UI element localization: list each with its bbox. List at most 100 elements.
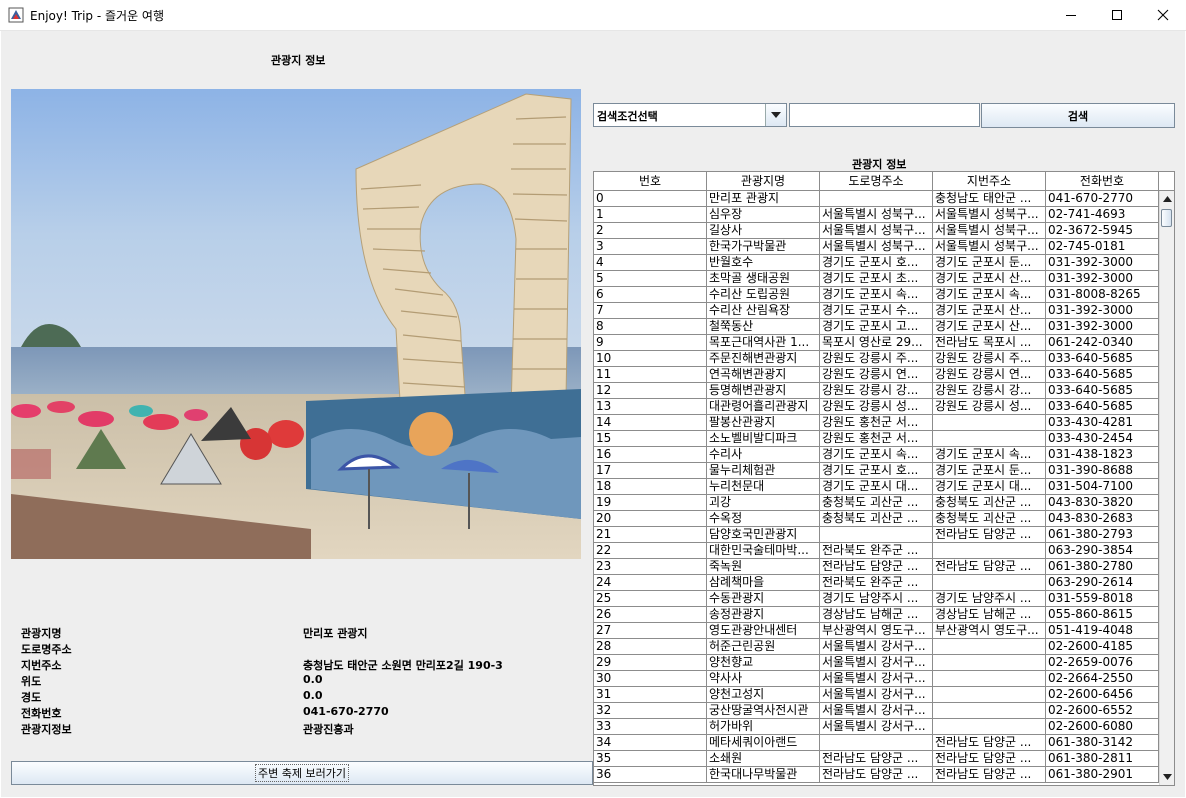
cell-number[interactable]: 18: [594, 479, 707, 495]
table-row[interactable]: 12 등명해변관광지 강원도 강릉시 강... 강원도 강릉시 강... 033-640…: [594, 383, 1159, 399]
cell-road-address[interactable]: 전라북도 완주군 ...: [820, 575, 933, 591]
cell-road-address[interactable]: 서울특별시 강서구...: [820, 671, 933, 687]
cell-road-address[interactable]: 경기도 군포시 초...: [820, 271, 933, 287]
cell-name[interactable]: 연곡해변관광지: [707, 367, 820, 383]
search-input[interactable]: [789, 103, 980, 127]
cell-lot-address[interactable]: 강원도 강릉시 강...: [933, 383, 1046, 399]
cell-number[interactable]: 24: [594, 575, 707, 591]
cell-lot-address[interactable]: 전라남도 담양군 ...: [933, 559, 1046, 575]
cell-name[interactable]: 괴강: [707, 495, 820, 511]
table-row[interactable]: 36 한국대나무박물관 전라남도 담양군 ... 전라남도 담양군 ... 061-38…: [594, 767, 1159, 783]
cell-lot-address[interactable]: 전라남도 담양군 ...: [933, 751, 1046, 767]
cell-road-address[interactable]: 경기도 군포시 속...: [820, 287, 933, 303]
cell-lot-address[interactable]: [933, 431, 1046, 447]
table-row[interactable]: 15 소노벨비발디파크 강원도 홍천군 서... 033-430-2454: [594, 431, 1159, 447]
column-header-name[interactable]: 관광지명: [707, 172, 820, 190]
cell-phone[interactable]: 033-640-5685: [1046, 367, 1159, 383]
table-row[interactable]: 9 목포근대역사관 1... 목포시 영산로 29... 전라남도 목포시 ... 06…: [594, 335, 1159, 351]
table-row[interactable]: 14 팔봉산관광지 강원도 홍천군 서... 033-430-4281: [594, 415, 1159, 431]
cell-number[interactable]: 33: [594, 719, 707, 735]
cell-phone[interactable]: 031-392-3000: [1046, 271, 1159, 287]
table-row[interactable]: 4 반월호수 경기도 군포시 호... 경기도 군포시 둔... 031-392-300…: [594, 255, 1159, 271]
cell-lot-address[interactable]: 경기도 군포시 산...: [933, 319, 1046, 335]
cell-lot-address[interactable]: 충청북도 괴산군 ...: [933, 495, 1046, 511]
cell-road-address[interactable]: 경기도 군포시 호...: [820, 463, 933, 479]
cell-number[interactable]: 11: [594, 367, 707, 383]
nearby-festival-button[interactable]: 주변 축제 보러가기: [11, 761, 593, 785]
cell-number[interactable]: 20: [594, 511, 707, 527]
cell-name[interactable]: 수옥정: [707, 511, 820, 527]
cell-lot-address[interactable]: [933, 415, 1046, 431]
cell-phone[interactable]: 02-2664-2550: [1046, 671, 1159, 687]
cell-name[interactable]: 소쇄원: [707, 751, 820, 767]
cell-name[interactable]: 담양호국민관광지: [707, 527, 820, 543]
cell-number[interactable]: 19: [594, 495, 707, 511]
cell-name[interactable]: 팔봉산관광지: [707, 415, 820, 431]
cell-lot-address[interactable]: 경기도 군포시 속...: [933, 447, 1046, 463]
cell-number[interactable]: 30: [594, 671, 707, 687]
cell-name[interactable]: 대관령어흘리관광지: [707, 399, 820, 415]
attraction-table[interactable]: 번호 관광지명 도로명주소 지번주소 전화번호 0 만리포 관광지 충청남도 태안군…: [593, 171, 1175, 786]
table-row[interactable]: 13 대관령어흘리관광지 강원도 강릉시 성... 강원도 강릉시 성... 033-6…: [594, 399, 1159, 415]
cell-phone[interactable]: 031-392-3000: [1046, 319, 1159, 335]
cell-name[interactable]: 철쭉동산: [707, 319, 820, 335]
cell-phone[interactable]: 061-380-2901: [1046, 767, 1159, 783]
cell-lot-address[interactable]: [933, 703, 1046, 719]
cell-name[interactable]: 삼례책마을: [707, 575, 820, 591]
cell-lot-address[interactable]: 경기도 군포시 둔...: [933, 463, 1046, 479]
cell-road-address[interactable]: 경기도 군포시 호...: [820, 255, 933, 271]
cell-phone[interactable]: 041-670-2770: [1046, 191, 1159, 207]
cell-lot-address[interactable]: 강원도 강릉시 주...: [933, 351, 1046, 367]
cell-name[interactable]: 양천향교: [707, 655, 820, 671]
maximize-button[interactable]: [1094, 0, 1140, 30]
cell-name[interactable]: 송정관광지: [707, 607, 820, 623]
cell-road-address[interactable]: 강원도 강릉시 성...: [820, 399, 933, 415]
cell-road-address[interactable]: 강원도 강릉시 주...: [820, 351, 933, 367]
cell-name[interactable]: 허준근린공원: [707, 639, 820, 655]
cell-phone[interactable]: 061-380-2811: [1046, 751, 1159, 767]
table-row[interactable]: 30 약사사 서울특별시 강서구... 02-2664-2550: [594, 671, 1159, 687]
cell-lot-address[interactable]: 충청남도 태안군 ...: [933, 191, 1046, 207]
cell-lot-address[interactable]: 충청북도 괴산군 ...: [933, 511, 1046, 527]
cell-name[interactable]: 한국대나무박물관: [707, 767, 820, 783]
cell-road-address[interactable]: 부산광역시 영도구...: [820, 623, 933, 639]
table-row[interactable]: 11 연곡해변관광지 강원도 강릉시 연... 강원도 강릉시 연... 033-640…: [594, 367, 1159, 383]
cell-road-address[interactable]: 서울특별시 강서구...: [820, 703, 933, 719]
column-header-road-address[interactable]: 도로명주소: [820, 172, 933, 190]
cell-lot-address[interactable]: 경기도 군포시 산...: [933, 303, 1046, 319]
cell-phone[interactable]: 02-2600-6552: [1046, 703, 1159, 719]
cell-number[interactable]: 0: [594, 191, 707, 207]
table-row[interactable]: 23 죽녹원 전라남도 담양군 ... 전라남도 담양군 ... 061-380-278…: [594, 559, 1159, 575]
cell-number[interactable]: 17: [594, 463, 707, 479]
cell-name[interactable]: 소노벨비발디파크: [707, 431, 820, 447]
cell-name[interactable]: 한국가구박물관: [707, 239, 820, 255]
cell-lot-address[interactable]: [933, 543, 1046, 559]
cell-number[interactable]: 13: [594, 399, 707, 415]
table-row[interactable]: 17 물누리체험관 경기도 군포시 호... 경기도 군포시 둔... 031-390-…: [594, 463, 1159, 479]
cell-number[interactable]: 21: [594, 527, 707, 543]
cell-road-address[interactable]: 전라남도 담양군 ...: [820, 559, 933, 575]
table-row[interactable]: 35 소쇄원 전라남도 담양군 ... 전라남도 담양군 ... 061-380-281…: [594, 751, 1159, 767]
column-header-lot-address[interactable]: 지번주소: [933, 172, 1046, 190]
cell-phone[interactable]: 043-830-3820: [1046, 495, 1159, 511]
cell-road-address[interactable]: 전라남도 담양군 ...: [820, 767, 933, 783]
table-row[interactable]: 24 삼례책마을 전라북도 완주군 ... 063-290-2614: [594, 575, 1159, 591]
scroll-up-button[interactable]: [1160, 191, 1174, 207]
cell-phone[interactable]: 02-741-4693: [1046, 207, 1159, 223]
cell-phone[interactable]: 031-438-1823: [1046, 447, 1159, 463]
table-row[interactable]: 1 심우장 서울특별시 성북구... 서울특별시 성북구... 02-741-4693: [594, 207, 1159, 223]
cell-lot-address[interactable]: [933, 575, 1046, 591]
cell-phone[interactable]: 033-640-5685: [1046, 383, 1159, 399]
cell-lot-address[interactable]: [933, 719, 1046, 735]
cell-phone[interactable]: 051-419-4048: [1046, 623, 1159, 639]
cell-road-address[interactable]: 강원도 홍천군 서...: [820, 431, 933, 447]
search-button[interactable]: 검색: [981, 103, 1175, 128]
cell-lot-address[interactable]: 부산광역시 영도구...: [933, 623, 1046, 639]
cell-phone[interactable]: 063-290-3854: [1046, 543, 1159, 559]
cell-phone[interactable]: 02-2600-6456: [1046, 687, 1159, 703]
scroll-down-button[interactable]: [1160, 769, 1174, 785]
cell-phone[interactable]: 031-504-7100: [1046, 479, 1159, 495]
cell-lot-address[interactable]: 전라남도 담양군 ...: [933, 527, 1046, 543]
cell-phone[interactable]: 033-430-2454: [1046, 431, 1159, 447]
table-row[interactable]: 22 대한민국술테마박... 전라북도 완주군 ... 063-290-3854: [594, 543, 1159, 559]
